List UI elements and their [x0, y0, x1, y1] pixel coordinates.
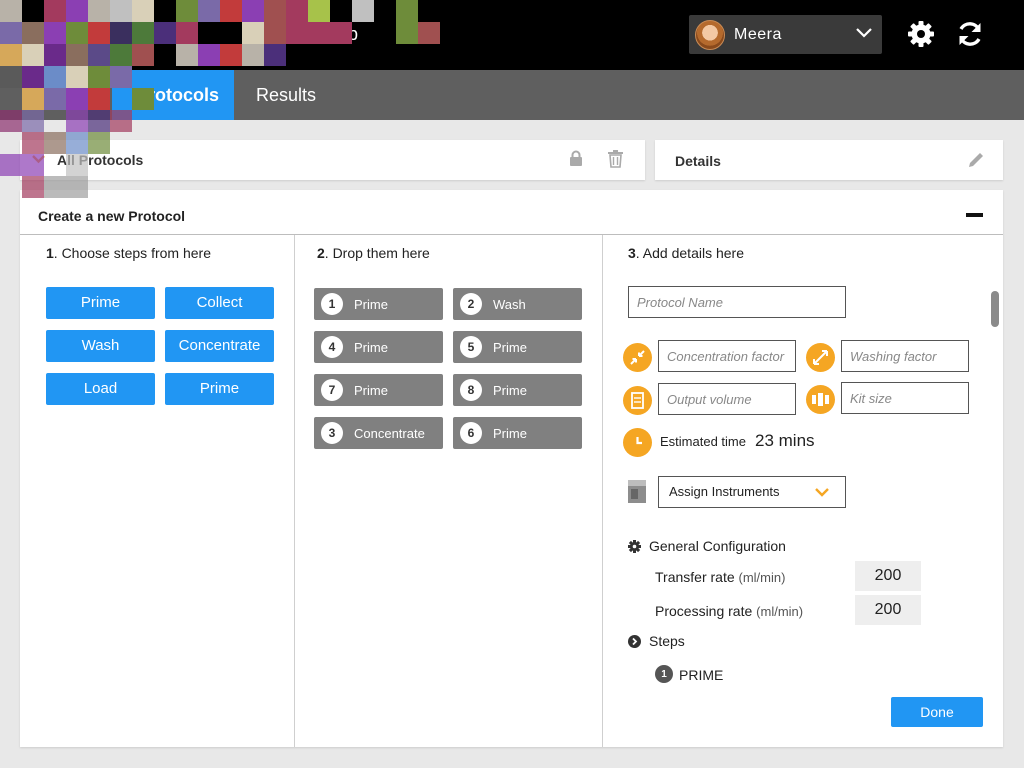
chevron-right-circle-icon [628, 634, 641, 648]
expand-icon [806, 343, 835, 372]
tab-results[interactable]: Results [234, 70, 338, 120]
mosaic-tile [0, 154, 22, 176]
done-button[interactable]: Done [891, 697, 983, 727]
step-number: 2 [460, 293, 482, 315]
general-configuration-header[interactable]: General Configuration [628, 538, 786, 554]
step-number: 3 [321, 422, 343, 444]
lock-icon[interactable] [569, 150, 583, 167]
all-protocols-title: All Protocols [57, 152, 144, 168]
concentration-factor-input[interactable] [658, 340, 796, 372]
top-header: op Meera [0, 0, 1024, 70]
dropped-step[interactable]: 8 Prime [453, 374, 582, 406]
kit-size-input[interactable] [841, 382, 969, 414]
details-title: Details [675, 153, 721, 169]
step-option-collect[interactable]: Collect [165, 287, 274, 319]
step-number: 1 [655, 665, 673, 683]
transfer-rate-label: Transfer rate (ml/min) [655, 569, 786, 585]
dropped-step[interactable]: 1 Prime [314, 288, 443, 320]
refresh-icon[interactable] [956, 20, 984, 48]
kit-icon [806, 385, 835, 414]
minimize-button[interactable] [966, 213, 983, 217]
step-option-concentrate[interactable]: Concentrate [165, 330, 274, 362]
step-label: Prime [493, 382, 527, 398]
step-label: Prime [354, 296, 388, 312]
dropped-step[interactable]: 6 Prime [453, 417, 582, 449]
column-heading-drop: 2. Drop them here [317, 245, 430, 261]
estimated-time-label: Estimated time [660, 434, 746, 449]
create-protocol-title: Create a new Protocol [38, 208, 186, 224]
column-divider [294, 235, 295, 747]
assign-instruments-dropdown[interactable]: Assign Instruments [658, 476, 846, 508]
create-protocol-panel: Create a new Protocol 1. Choose steps fr… [20, 190, 1003, 747]
step-number: 6 [460, 422, 482, 444]
dropped-step[interactable]: 5 Prime [453, 331, 582, 363]
step-label: Prime [354, 382, 388, 398]
tab-users[interactable]: Users [6, 70, 97, 120]
step-number: 4 [321, 336, 343, 358]
estimated-time-value: 23 mins [755, 431, 815, 450]
dropped-step[interactable]: 7 Prime [314, 374, 443, 406]
step-number: 7 [321, 379, 343, 401]
user-name: Meera [734, 25, 782, 43]
steps-label: Steps [649, 633, 685, 649]
details-panel: Details [655, 140, 1003, 180]
user-menu[interactable]: Meera [689, 15, 882, 54]
clock-icon [623, 428, 652, 457]
trash-icon[interactable] [608, 150, 623, 168]
beaker-icon [623, 386, 652, 415]
step-option-load[interactable]: Load [46, 373, 155, 405]
step-number: 5 [460, 336, 482, 358]
compress-icon [623, 343, 652, 372]
step-option-wash[interactable]: Wash [46, 330, 155, 362]
tab-protocols[interactable]: Protocols [112, 70, 234, 120]
processing-rate-label: Processing rate (ml/min) [655, 603, 804, 619]
gear-icon[interactable] [907, 20, 935, 48]
main-nav: Users Protocols Results [0, 70, 1024, 120]
dropped-step[interactable]: 4 Prime [314, 331, 443, 363]
dropped-step[interactable]: 3 Concentrate [314, 417, 443, 449]
all-protocols-panel: All Protocols [20, 140, 645, 180]
column-heading-choose: 1. Choose steps from here [46, 245, 211, 261]
step-option-prime[interactable]: Prime [46, 287, 155, 319]
protocol-name-input[interactable] [628, 286, 846, 318]
avatar [695, 19, 725, 50]
step-item-prime: PRIME [679, 667, 724, 683]
pencil-icon[interactable] [967, 151, 985, 169]
scrollbar-thumb[interactable] [991, 291, 999, 327]
step-number: 8 [460, 379, 482, 401]
steps-header[interactable]: Steps [628, 633, 685, 649]
step-label: Prime [493, 339, 527, 355]
column-divider [602, 235, 603, 747]
column-heading-details: 3. Add details here [628, 245, 744, 261]
gear-icon [628, 539, 641, 553]
step-number: 1 [321, 293, 343, 315]
step-label: Concentrate [354, 425, 425, 441]
transfer-rate-value[interactable]: 200 [855, 561, 921, 591]
step-label: Prime [493, 425, 527, 441]
general-configuration-label: General Configuration [649, 538, 786, 554]
chevron-down-icon [856, 28, 872, 38]
dropped-step[interactable]: 2 Wash [453, 288, 582, 320]
chevron-down-icon[interactable] [32, 154, 45, 164]
instrument-icon [628, 480, 646, 503]
step-option-prime[interactable]: Prime [165, 373, 274, 405]
step-label: Wash [493, 296, 526, 312]
washing-factor-input[interactable] [841, 340, 969, 372]
assign-instruments-label: Assign Instruments [669, 484, 780, 499]
step-label: Prime [354, 339, 388, 355]
app-title: op [338, 24, 359, 44]
chevron-down-icon [815, 488, 829, 497]
divider [20, 234, 1003, 235]
processing-rate-value[interactable]: 200 [855, 595, 921, 625]
output-volume-input[interactable] [658, 383, 796, 415]
